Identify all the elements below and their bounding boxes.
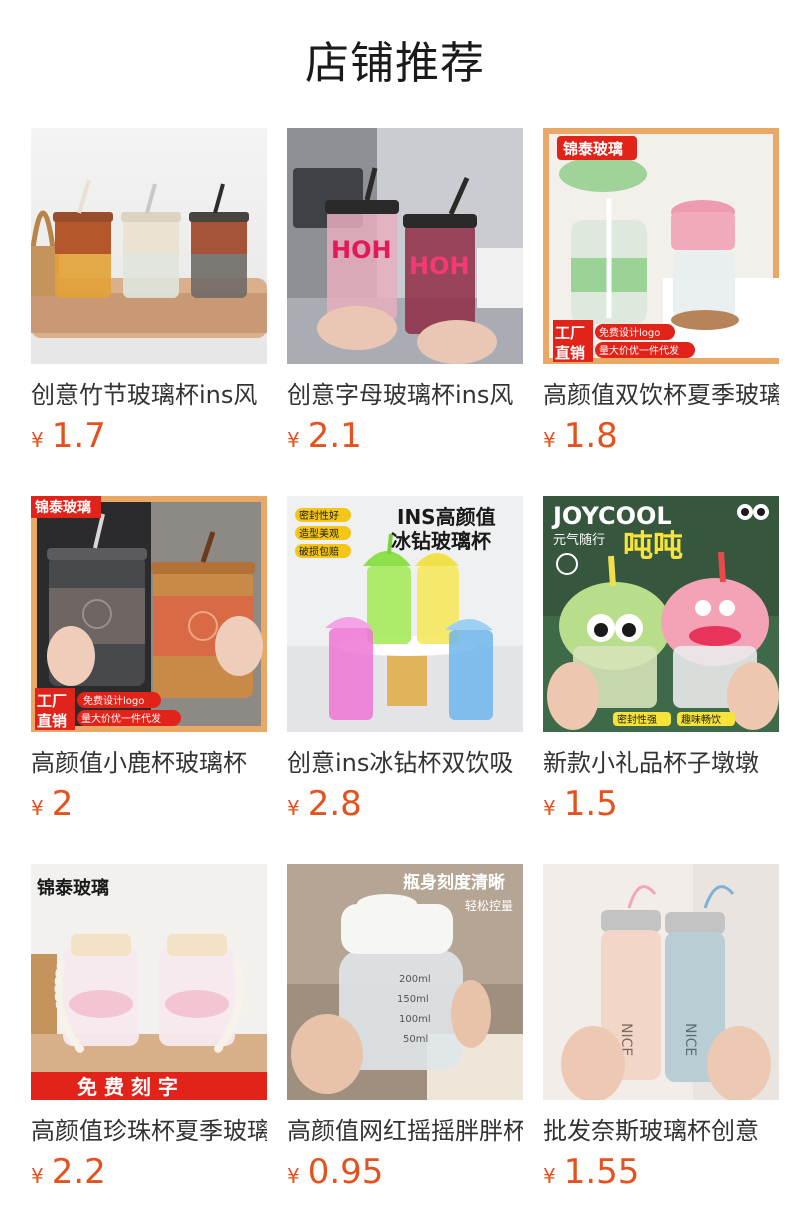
- product-image[interactable]: [31, 128, 267, 364]
- currency-symbol: ¥: [287, 428, 300, 452]
- currency-symbol: ¥: [31, 796, 44, 820]
- svg-text:密封性好: 密封性好: [299, 509, 339, 522]
- price-value: 1.8: [563, 416, 618, 456]
- product-card[interactable]: 创意竹节玻璃杯ins风 ¥1.7: [31, 128, 267, 496]
- product-price: ¥1.55: [543, 1152, 779, 1192]
- product-card[interactable]: 锦泰玻璃 工厂 直销 免费设计logo 量大价优一件代发 高颜值双饮杯夏季玻璃 …: [543, 128, 779, 496]
- product-card[interactable]: HOH HOH 创意字母玻璃杯ins风 ¥2.1: [287, 128, 523, 496]
- svg-text:JOYCOOL: JOYCOOL: [551, 502, 672, 530]
- product-name[interactable]: 创意竹节玻璃杯ins风: [31, 378, 267, 412]
- currency-symbol: ¥: [31, 1164, 44, 1188]
- product-price: ¥2.1: [287, 416, 523, 456]
- svg-text:HOH: HOH: [409, 252, 470, 280]
- svg-text:吨吨: 吨吨: [623, 529, 683, 564]
- svg-text:破损包赔: 破损包赔: [299, 545, 339, 558]
- price-value: 1.55: [563, 1152, 640, 1192]
- svg-text:直销: 直销: [37, 712, 67, 730]
- product-image[interactable]: NICE NICE: [543, 864, 779, 1100]
- svg-text:锦泰玻璃: 锦泰玻璃: [35, 499, 91, 516]
- svg-text:INS高颜值: INS高颜值: [397, 505, 496, 529]
- svg-text:HOH: HOH: [331, 236, 392, 264]
- product-price: ¥2.2: [31, 1152, 267, 1192]
- svg-text:免费设计logo: 免费设计logo: [83, 694, 144, 707]
- currency-symbol: ¥: [287, 1164, 300, 1188]
- product-card[interactable]: JOYCOOL 元气随行 吨吨 密封性强 趣味畅饮 新款小礼品杯子墩墩 ¥1.5: [543, 496, 779, 864]
- svg-text:趣味畅饮: 趣味畅饮: [681, 713, 721, 726]
- product-card[interactable]: 锦泰玻璃 工厂 直销 免费设计logo 量大价优一件代发 高颜值小鹿杯玻璃杯 ¥…: [31, 496, 267, 864]
- product-name[interactable]: 创意字母玻璃杯ins风: [287, 378, 523, 412]
- product-price: ¥1.7: [31, 416, 267, 456]
- svg-text:冰钻玻璃杯: 冰钻玻璃杯: [391, 529, 491, 553]
- svg-text:量大价优一件代发: 量大价优一件代发: [81, 712, 161, 725]
- svg-text:密封性强: 密封性强: [617, 713, 657, 726]
- price-value: 2.8: [307, 784, 362, 824]
- product-price: ¥2.8: [287, 784, 523, 824]
- product-name[interactable]: 创意ins冰钻杯双饮吸: [287, 746, 523, 780]
- svg-text:锦泰玻璃: 锦泰玻璃: [37, 877, 109, 899]
- product-name[interactable]: 高颜值双饮杯夏季玻璃: [543, 378, 779, 412]
- product-image[interactable]: HOH HOH: [287, 128, 523, 364]
- product-price: ¥1.5: [543, 784, 779, 824]
- currency-symbol: ¥: [31, 428, 44, 452]
- product-image[interactable]: 锦泰玻璃 免 费 刻 字: [31, 864, 267, 1100]
- product-price: ¥1.8: [543, 416, 779, 456]
- currency-symbol: ¥: [543, 796, 556, 820]
- svg-text:免 费 刻 字: 免 费 刻 字: [77, 1075, 178, 1099]
- product-image[interactable]: 锦泰玻璃 工厂 直销 免费设计logo 量大价优一件代发: [31, 496, 267, 732]
- product-price: ¥2: [31, 784, 267, 824]
- svg-text:元气随行: 元气随行: [553, 532, 605, 548]
- svg-text:瓶身刻度清晰: 瓶身刻度清晰: [403, 872, 505, 893]
- svg-text:直销: 直销: [555, 344, 585, 362]
- currency-symbol: ¥: [543, 428, 556, 452]
- svg-text:锦泰玻璃: 锦泰玻璃: [563, 140, 623, 158]
- price-value: 1.7: [51, 416, 106, 456]
- product-image[interactable]: 锦泰玻璃 工厂 直销 免费设计logo 量大价优一件代发: [543, 128, 779, 364]
- product-card[interactable]: NICE NICE 批发奈斯玻璃杯创意 ¥1.55: [543, 864, 779, 1232]
- product-name[interactable]: 新款小礼品杯子墩墩: [543, 746, 779, 780]
- product-price: ¥0.95: [287, 1152, 523, 1192]
- svg-text:工厂: 工厂: [37, 692, 67, 710]
- product-name[interactable]: 高颜值网红摇摇胖胖杯: [287, 1114, 523, 1148]
- product-image[interactable]: INS高颜值 冰钻玻璃杯 密封性好 造型美观 破损包赔: [287, 496, 523, 732]
- svg-text:量大价优一件代发: 量大价优一件代发: [599, 344, 679, 357]
- svg-text:150ml: 150ml: [397, 994, 429, 1005]
- svg-text:200ml: 200ml: [399, 974, 431, 985]
- svg-text:造型美观: 造型美观: [299, 527, 339, 540]
- svg-text:工厂: 工厂: [555, 324, 585, 342]
- svg-text:免费设计logo: 免费设计logo: [599, 326, 660, 339]
- product-name[interactable]: 高颜值珍珠杯夏季玻璃: [31, 1114, 267, 1148]
- product-card[interactable]: INS高颜值 冰钻玻璃杯 密封性好 造型美观 破损包赔 创意ins冰钻杯双饮吸 …: [287, 496, 523, 864]
- product-card[interactable]: 锦泰玻璃 免 费 刻 字 高颜值珍珠杯夏季玻璃 ¥2.2: [31, 864, 267, 1232]
- product-image[interactable]: 200ml 150ml 100ml 50ml 瓶身刻度清晰 轻松控量: [287, 864, 523, 1100]
- price-value: 1.5: [563, 784, 618, 824]
- price-value: 2.1: [307, 416, 362, 456]
- svg-text:轻松控量: 轻松控量: [465, 899, 513, 913]
- price-value: 2.2: [51, 1152, 106, 1192]
- product-name[interactable]: 批发奈斯玻璃杯创意: [543, 1114, 779, 1148]
- price-value: 2: [51, 784, 74, 824]
- currency-symbol: ¥: [543, 1164, 556, 1188]
- svg-text:100ml: 100ml: [399, 1014, 431, 1025]
- svg-text:50ml: 50ml: [403, 1034, 428, 1045]
- product-image[interactable]: JOYCOOL 元气随行 吨吨 密封性强 趣味畅饮: [543, 496, 779, 732]
- product-name[interactable]: 高颜值小鹿杯玻璃杯: [31, 746, 267, 780]
- svg-text:NICE: NICE: [682, 1023, 698, 1056]
- currency-symbol: ¥: [287, 796, 300, 820]
- price-value: 0.95: [307, 1152, 384, 1192]
- page-title: 店铺推荐: [305, 38, 485, 89]
- product-card[interactable]: 200ml 150ml 100ml 50ml 瓶身刻度清晰 轻松控量 高颜值网红…: [287, 864, 523, 1232]
- product-grid: 创意竹节玻璃杯ins风 ¥1.7 HOH HOH 创意字母玻璃杯ins风 ¥ 2…: [31, 128, 779, 1232]
